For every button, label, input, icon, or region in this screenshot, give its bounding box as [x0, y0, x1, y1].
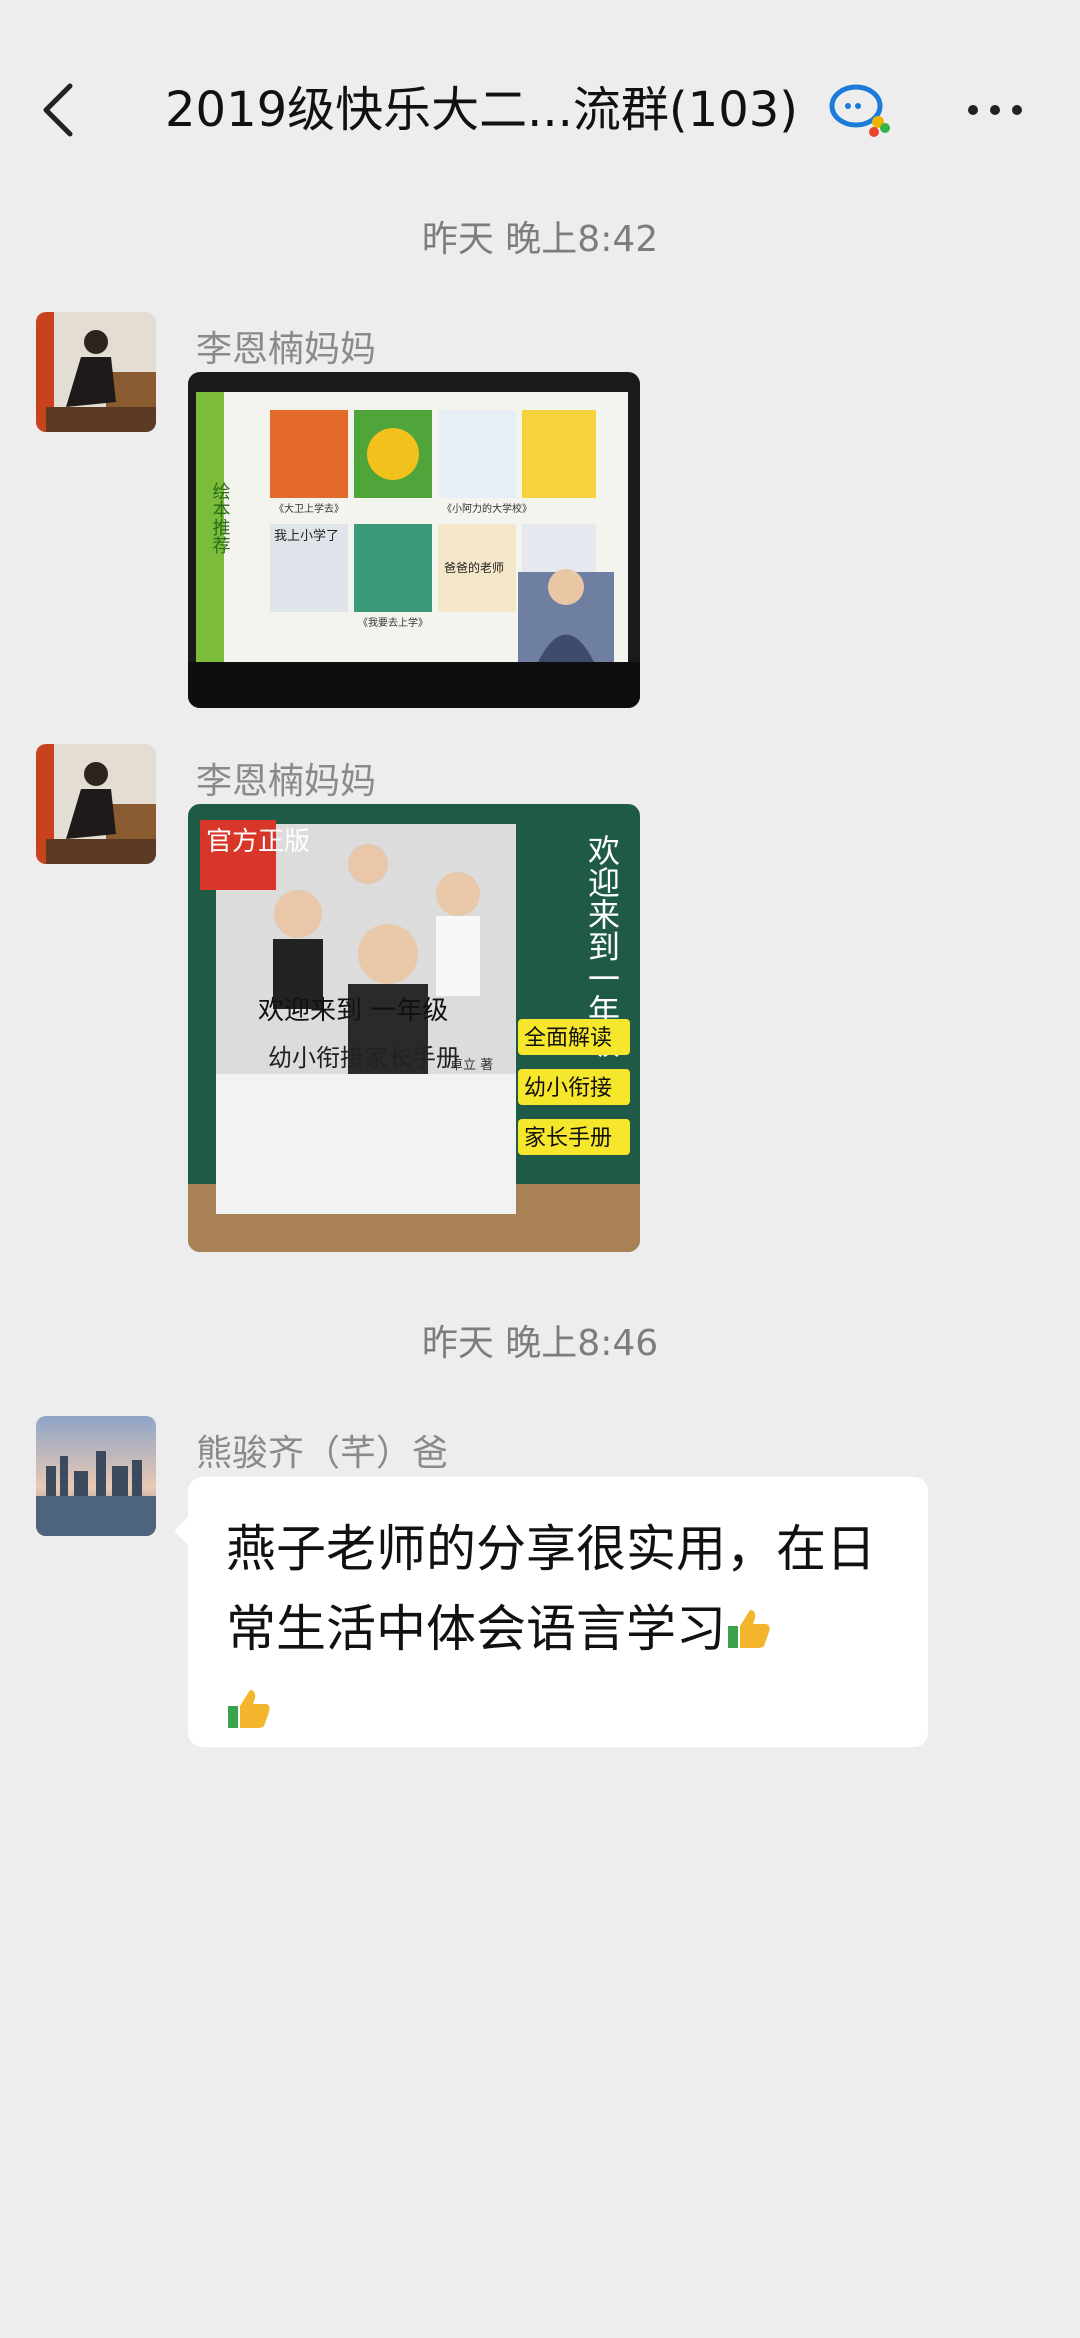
- chat-bubbles-icon[interactable]: [828, 82, 894, 142]
- avatar[interactable]: [36, 312, 156, 432]
- chat-header: 2019级快乐大二...流群(103): [0, 0, 1080, 220]
- book-author: 卓立 著: [450, 1058, 493, 1073]
- book-tag-3: 家长手册: [524, 1126, 612, 1151]
- slide-caption-4: 《我要去上学》: [358, 616, 428, 629]
- slide-caption-2: 《小阿力的大学校》: [442, 502, 532, 515]
- page-title: 2019级快乐大二...流群(103): [165, 82, 799, 138]
- sender-name: 李恩楠妈妈: [196, 329, 377, 370]
- thumbs-up-icon: [228, 1690, 270, 1728]
- sender-name: 熊骏齐（芊）爸: [196, 1433, 449, 1474]
- chevron-left-icon[interactable]: [38, 80, 78, 140]
- timestamp: 昨天 晚上8:46: [421, 1323, 659, 1364]
- message-bubble[interactable]: 燕子老师的分享很实用，在日常生活中体会语言学习: [174, 1477, 928, 1749]
- slide-caption-5: 爸爸的老师: [444, 560, 504, 575]
- book-tag-1: 全面解读: [524, 1026, 612, 1051]
- slide-caption-3: 我上小学了: [274, 528, 339, 544]
- avatar[interactable]: [36, 744, 156, 864]
- thumbs-up-icon: [728, 1610, 770, 1648]
- avatar[interactable]: [36, 1416, 156, 1536]
- book-tag-2: 幼小衔接: [524, 1076, 612, 1101]
- sender-name: 李恩楠妈妈: [196, 761, 377, 802]
- image-message[interactable]: 官方正版 欢迎来到 一年级 幼小衔接家长手册 卓立 著 欢迎来到一年级 全面解读…: [188, 804, 640, 1252]
- timestamp: 昨天 晚上8:42: [421, 219, 659, 260]
- slide-caption-1: 《大卫上学去》: [274, 502, 344, 515]
- book-badge: 官方正版: [206, 827, 310, 857]
- more-dots-icon[interactable]: [965, 95, 1025, 125]
- slide-side-label: 绘本推荐: [210, 482, 231, 555]
- book-subtitle: 幼小衔接家长手册: [268, 1044, 460, 1072]
- message-text: 燕子老师的分享很实用，在日常生活中体会语言学习: [226, 1509, 906, 1749]
- image-message[interactable]: 绘本推荐 《大卫上学去》 《小阿力的大学校》 我上小学了 《我要去上学》 爸爸的…: [188, 372, 640, 708]
- book-cover-title: 欢迎来到 一年级: [258, 996, 448, 1026]
